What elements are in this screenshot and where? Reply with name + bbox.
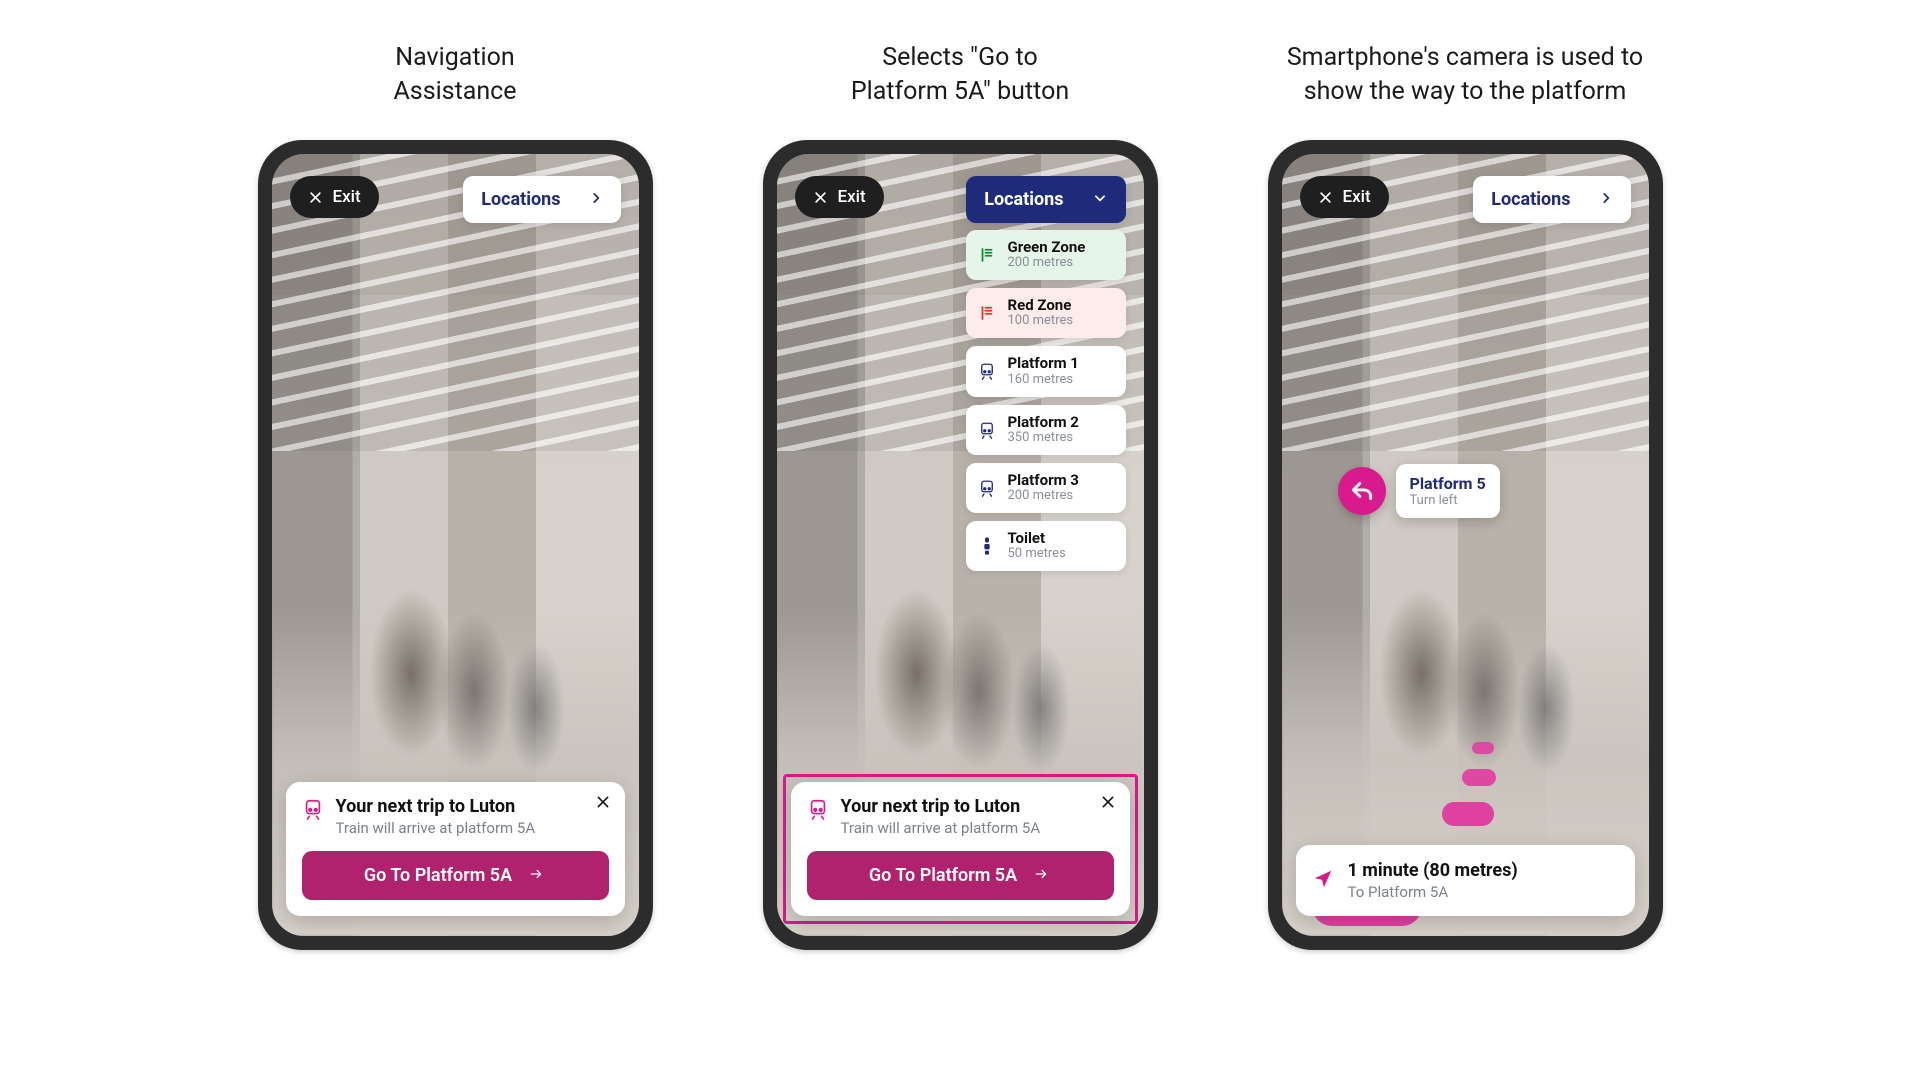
exit-label: Exit: [333, 187, 361, 207]
camera-viewport: Exit Locations: [1282, 154, 1649, 936]
trip-subtitle: Train will arrive at platform 5A: [336, 819, 536, 837]
trip-card: Your next trip to Luton Train will arriv…: [791, 782, 1130, 916]
ar-nav-card: 1 minute (80 metres) To Platform 5A: [1296, 845, 1635, 916]
locations-button[interactable]: Locations: [463, 176, 620, 223]
close-icon: [1318, 190, 1333, 205]
trip-close-button[interactable]: [595, 794, 611, 814]
go-button-label: Go To Platform 5A: [364, 865, 512, 886]
turn-left-icon: [1338, 467, 1386, 515]
camera-viewport: Exit Locations Green Zone200 metresRed Z…: [777, 154, 1144, 936]
close-icon: [308, 190, 323, 205]
location-label: Platform 1: [1008, 355, 1079, 372]
location-label: Platform 2: [1008, 414, 1079, 431]
location-label: Platform 3: [1008, 472, 1079, 489]
locations-button[interactable]: Locations: [1473, 176, 1630, 223]
locations-label: Locations: [984, 189, 1063, 210]
trip-title: Your next trip to Luton: [336, 796, 536, 817]
go-button-label: Go To Platform 5A: [869, 865, 1017, 886]
train-icon: [976, 421, 998, 439]
caption-3: Smartphone's camera is used to show the …: [1287, 40, 1643, 110]
location-distance: 200 metres: [1008, 256, 1086, 271]
caption-1: Navigation Assistance: [393, 40, 516, 110]
caption-2: Selects "Go to Platform 5A" button: [851, 40, 1069, 110]
locations-label: Locations: [1491, 189, 1570, 210]
trip-title: Your next trip to Luton: [841, 796, 1041, 817]
go-to-platform-button[interactable]: Go To Platform 5A: [302, 851, 609, 900]
location-item[interactable]: Green Zone200 metres: [966, 230, 1126, 280]
location-distance: 350 metres: [1008, 431, 1079, 446]
arrow-right-icon: [1031, 865, 1051, 886]
locations-label: Locations: [481, 189, 560, 210]
nav-subtitle: To Platform 5A: [1348, 883, 1518, 901]
trip-card: Your next trip to Luton Train will arriv…: [286, 782, 625, 916]
location-item[interactable]: Platform 3200 metres: [966, 463, 1126, 513]
location-distance: 160 metres: [1008, 373, 1079, 388]
location-label: Red Zone: [1008, 297, 1074, 314]
chevron-down-icon: [1092, 189, 1108, 210]
phone-frame: Exit Locations: [1268, 140, 1663, 950]
train-icon: [976, 362, 998, 380]
exit-label: Exit: [838, 187, 866, 207]
location-label: Toilet: [1008, 530, 1066, 547]
chevron-right-icon: [1599, 189, 1613, 210]
trip-subtitle: Train will arrive at platform 5A: [841, 819, 1041, 837]
camera-viewport: Exit Locations: [272, 154, 639, 936]
location-distance: 200 metres: [1008, 489, 1079, 504]
train-icon: [807, 798, 829, 824]
chevron-right-icon: [589, 189, 603, 210]
phone-frame: Exit Locations Green Zone200 metresRed Z…: [763, 140, 1158, 950]
location-label: Green Zone: [1008, 239, 1086, 256]
locations-button[interactable]: Locations: [966, 176, 1125, 223]
zone-icon: [976, 304, 998, 322]
location-item[interactable]: Platform 2350 metres: [966, 405, 1126, 455]
location-item[interactable]: Platform 1160 metres: [966, 346, 1126, 396]
nav-title: 1 minute (80 metres): [1348, 860, 1518, 881]
go-to-platform-button[interactable]: Go To Platform 5A: [807, 851, 1114, 900]
callout-title: Platform 5: [1410, 474, 1486, 493]
location-distance: 100 metres: [1008, 314, 1074, 329]
trip-close-button[interactable]: [1100, 794, 1116, 814]
exit-button[interactable]: Exit: [290, 176, 379, 218]
exit-label: Exit: [1343, 187, 1371, 207]
exit-button[interactable]: Exit: [795, 176, 884, 218]
train-icon: [302, 798, 324, 824]
zone-icon: [976, 246, 998, 264]
train-icon: [976, 479, 998, 497]
phone-frame: Exit Locations: [258, 140, 653, 950]
locations-dropdown: Green Zone200 metresRed Zone100 metresPl…: [966, 230, 1126, 571]
callout-subtitle: Turn left: [1410, 493, 1486, 508]
navigation-arrow-icon: [1312, 868, 1334, 894]
close-icon: [813, 190, 828, 205]
exit-button[interactable]: Exit: [1300, 176, 1389, 218]
toilet-icon: [976, 536, 998, 556]
location-item[interactable]: Red Zone100 metres: [966, 288, 1126, 338]
location-distance: 50 metres: [1008, 547, 1066, 562]
arrow-right-icon: [526, 865, 546, 886]
location-item[interactable]: Toilet50 metres: [966, 521, 1126, 571]
ar-turn-callout: Platform 5 Turn left: [1338, 464, 1500, 518]
